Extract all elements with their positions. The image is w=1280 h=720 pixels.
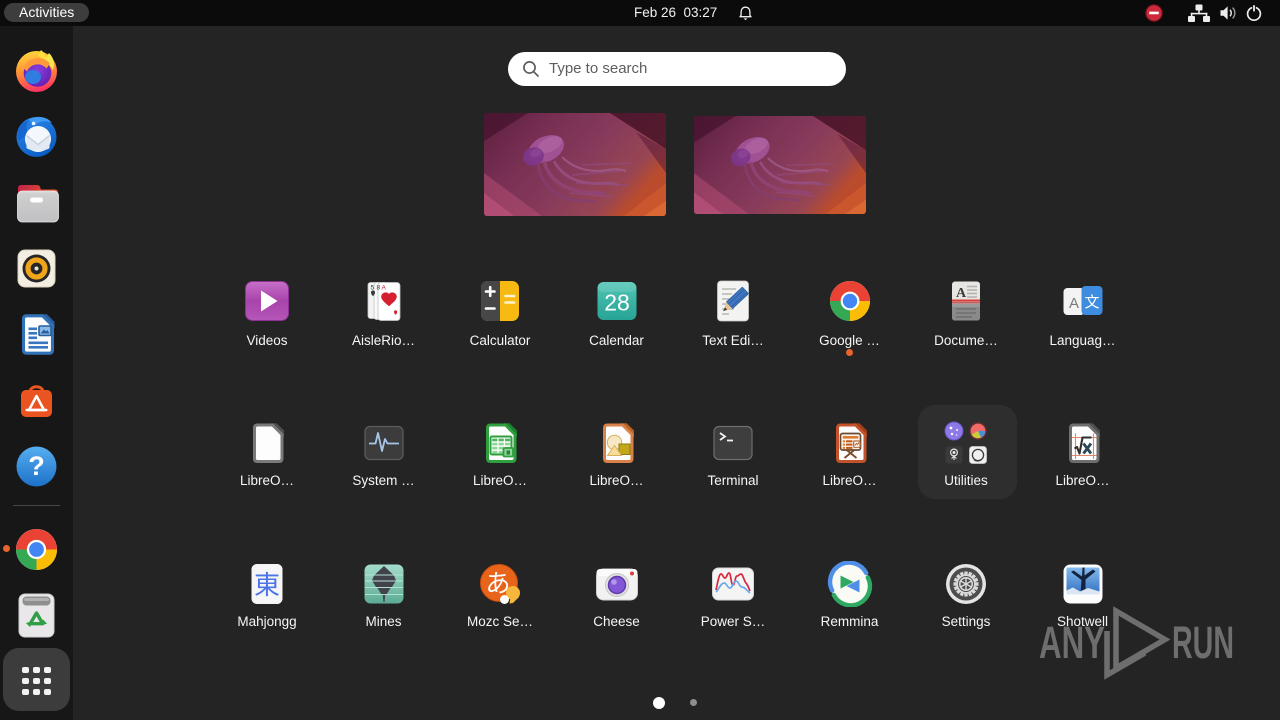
svg-text:RUN: RUN [1172,617,1234,668]
svg-text:?: ? [28,451,45,481]
svg-text:28: 28 [604,290,630,316]
svg-text:文: 文 [1084,294,1099,311]
svg-text:5: 5 [370,285,374,292]
svg-text:A: A [381,285,386,292]
svg-text:A: A [1068,295,1078,312]
svg-text:A: A [956,286,967,301]
svg-text:8: 8 [376,285,380,292]
svg-text:東: 東 [254,570,280,600]
